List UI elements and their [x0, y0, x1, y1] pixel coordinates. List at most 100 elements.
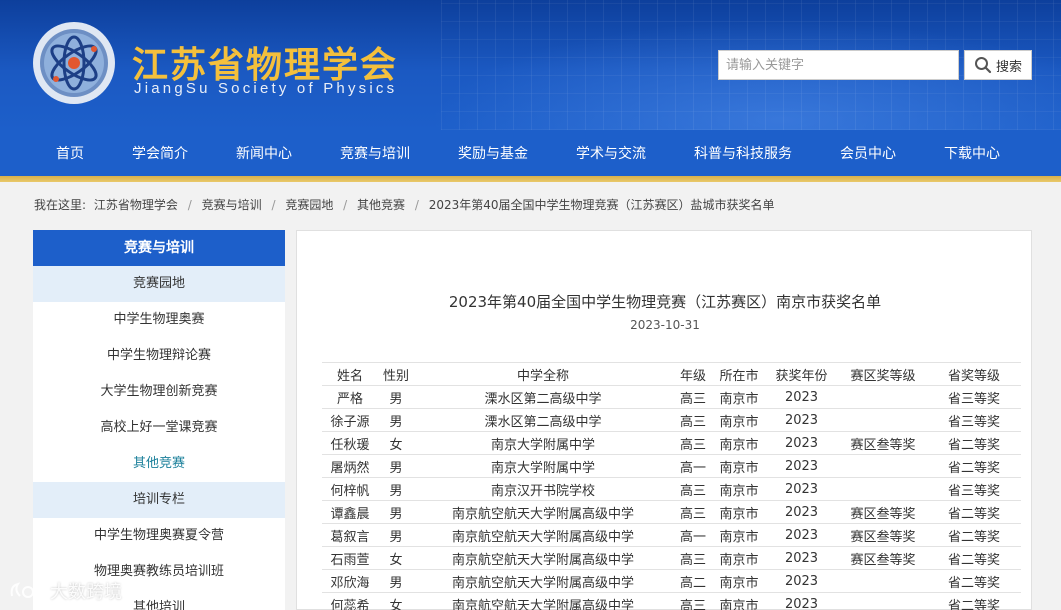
- table-cell: [839, 592, 927, 610]
- table-cell: 何蕊希: [322, 592, 378, 610]
- table-cell: 省二等奖: [927, 569, 1021, 593]
- table-cell: 南京市: [714, 385, 764, 409]
- table-cell: 高三: [672, 592, 714, 610]
- table-row: 严格男溧水区第二高级中学 高三 南京市 2023 省三等奖: [322, 385, 1021, 409]
- table-cell: 石雨萱: [322, 546, 378, 570]
- table-cell: 2023: [764, 385, 839, 409]
- table-cell: 南京航空航天大学附属高级中学: [414, 500, 672, 524]
- table-cell: 省二等奖: [927, 431, 1021, 455]
- table-cell: 赛区叁等奖: [839, 523, 927, 547]
- breadcrumb-separator: /: [343, 198, 348, 212]
- nav-item-downloads[interactable]: 下载中心: [944, 130, 1000, 176]
- nav-item-about[interactable]: 学会简介: [132, 130, 188, 176]
- table-cell: 邓欣海: [322, 569, 378, 593]
- table-row: 屠炳然男南京大学附属中学 高一 南京市 2023 省二等奖: [322, 454, 1021, 478]
- table-cell: 省二等奖: [927, 523, 1021, 547]
- table-cell: 南京市: [714, 477, 764, 501]
- table-cell: 2023: [764, 569, 839, 593]
- table-cell: 高一: [672, 454, 714, 478]
- sidebar-item-summer-camp[interactable]: 中学生物理奥赛夏令营: [33, 518, 285, 554]
- table-cell: 女: [378, 431, 414, 455]
- watermark-logo-icon: [10, 582, 45, 598]
- table-cell: 省三等奖: [927, 408, 1021, 432]
- table-cell: 南京市: [714, 500, 764, 524]
- breadcrumb-separator: /: [271, 198, 276, 212]
- watermark-text: 大数跨境: [50, 582, 122, 603]
- sidebar-section-training[interactable]: 培训专栏: [33, 482, 285, 518]
- table-cell: 溧水区第二高级中学: [414, 408, 672, 432]
- column-header: 年级: [672, 362, 714, 386]
- column-header: 所在市: [714, 362, 764, 386]
- table-cell: 赛区叁等奖: [839, 431, 927, 455]
- nav-item-news[interactable]: 新闻中心: [236, 130, 292, 176]
- table-cell: 葛叙言: [322, 523, 378, 547]
- breadcrumb-link-competition[interactable]: 竞赛与培训: [202, 196, 262, 213]
- sidebar-item-physics-olympiad[interactable]: 中学生物理奥赛: [33, 302, 285, 338]
- column-header: 赛区奖等级: [839, 362, 927, 386]
- table-cell: [839, 569, 927, 593]
- sidebar: 竞赛与培训 竞赛园地 中学生物理奥赛 中学生物理辩论赛 大学生物理创新竞赛 高校…: [33, 230, 285, 610]
- sidebar-item-teaching-contest[interactable]: 高校上好一堂课竞赛: [33, 410, 285, 446]
- table-cell: 屠炳然: [322, 454, 378, 478]
- table-row: 何蕊希女南京航空航天大学附属高级中学 高三 南京市 2023 省二等奖: [322, 592, 1021, 610]
- article-panel: 2023年第40届全国中学生物理竞赛（江苏赛区）南京市获奖名单 2023-10-…: [296, 230, 1032, 610]
- nav-item-home[interactable]: 首页: [56, 130, 84, 176]
- search-input[interactable]: [718, 50, 959, 80]
- table-cell: 省三等奖: [927, 385, 1021, 409]
- table-row: 邓欣海男南京航空航天大学附属高级中学 高二 南京市 2023 省二等奖: [322, 569, 1021, 593]
- search-icon: [974, 57, 992, 74]
- table-cell: 南京市: [714, 523, 764, 547]
- table-cell: 严格: [322, 385, 378, 409]
- breadcrumb-prefix: 我在这里:: [34, 198, 87, 212]
- search-button-label: 搜索: [995, 59, 1022, 75]
- column-header: 中学全称: [414, 362, 672, 386]
- table-cell: 男: [378, 385, 414, 409]
- table-cell: 男: [378, 500, 414, 524]
- nav-item-members[interactable]: 会员中心: [840, 130, 896, 176]
- watermark: 大数跨境: [8, 578, 122, 604]
- nav-item-awards[interactable]: 奖励与基金: [458, 130, 528, 176]
- table-cell: 女: [378, 546, 414, 570]
- table-cell: 高一: [672, 523, 714, 547]
- main-nav: 首页 学会简介 新闻中心 竞赛与培训 奖励与基金 学术与交流 科普与科技服务 会…: [0, 130, 1061, 176]
- sidebar-section-competition-garden[interactable]: 竞赛园地: [33, 266, 285, 302]
- table-cell: 省二等奖: [927, 546, 1021, 570]
- breadcrumb-current: 2023年第40届全国中学生物理竞赛（江苏赛区）盐城市获奖名单: [428, 198, 775, 212]
- sidebar-item-other-competitions[interactable]: 其他竞赛: [33, 446, 285, 482]
- breadcrumb-link-garden[interactable]: 竞赛园地: [285, 196, 333, 213]
- sidebar-item-physics-debate[interactable]: 中学生物理辩论赛: [33, 338, 285, 374]
- table-cell: 2023: [764, 546, 839, 570]
- table-cell: 何梓帆: [322, 477, 378, 501]
- table-cell: 2023: [764, 454, 839, 478]
- table-cell: 省二等奖: [927, 454, 1021, 478]
- sidebar-title: 竞赛与培训: [33, 230, 285, 266]
- table-cell: 男: [378, 454, 414, 478]
- table-cell: 溧水区第二高级中学: [414, 385, 672, 409]
- table-cell: 高三: [672, 408, 714, 432]
- awards-table-body: 严格男溧水区第二高级中学 高三 南京市 2023 省三等奖 徐子源男溧水区第二高级中学 高三…: [322, 385, 1021, 610]
- table-cell: 男: [378, 569, 414, 593]
- table-cell: 南京市: [714, 454, 764, 478]
- search-button[interactable]: 搜索: [964, 50, 1032, 80]
- table-cell: 南京汉开书院学校: [414, 477, 672, 501]
- column-header: 省奖等级: [927, 362, 1021, 386]
- table-header-row: 姓名 性别 中学全称 年级 所在市 获奖年份 赛区奖等级 省奖等级: [322, 362, 1021, 386]
- society-logo-icon[interactable]: [32, 21, 116, 105]
- nav-item-competition[interactable]: 竞赛与培训: [340, 130, 410, 176]
- breadcrumb-link-home[interactable]: 江苏省物理学会: [94, 196, 178, 213]
- breadcrumb-link-other[interactable]: 其他竞赛: [357, 196, 405, 213]
- article-date: 2023-10-31: [630, 318, 700, 332]
- site-subtitle: JiangSu Society of Physics: [134, 80, 398, 97]
- table-cell: 女: [378, 592, 414, 610]
- awards-table: 姓名 性别 中学全称 年级 所在市 获奖年份 赛区奖等级 省奖等级 严格男溧水区…: [322, 362, 1021, 610]
- site-header: 江苏省物理学会 JiangSu Society of Physics 搜索: [0, 0, 1061, 130]
- table-cell: 南京大学附属中学: [414, 431, 672, 455]
- nav-item-science[interactable]: 科普与科技服务: [694, 130, 792, 176]
- table-row: 何梓帆男南京汉开书院学校 高三 南京市 2023 省三等奖: [322, 477, 1021, 501]
- table-row: 徐子源男溧水区第二高级中学 高三 南京市 2023 省三等奖: [322, 408, 1021, 432]
- table-cell: 2023: [764, 500, 839, 524]
- sidebar-item-college-innovation[interactable]: 大学生物理创新竞赛: [33, 374, 285, 410]
- table-cell: 高三: [672, 385, 714, 409]
- article-title: 2023年第40届全国中学生物理竞赛（江苏赛区）南京市获奖名单: [448, 293, 882, 311]
- nav-item-academic[interactable]: 学术与交流: [576, 130, 646, 176]
